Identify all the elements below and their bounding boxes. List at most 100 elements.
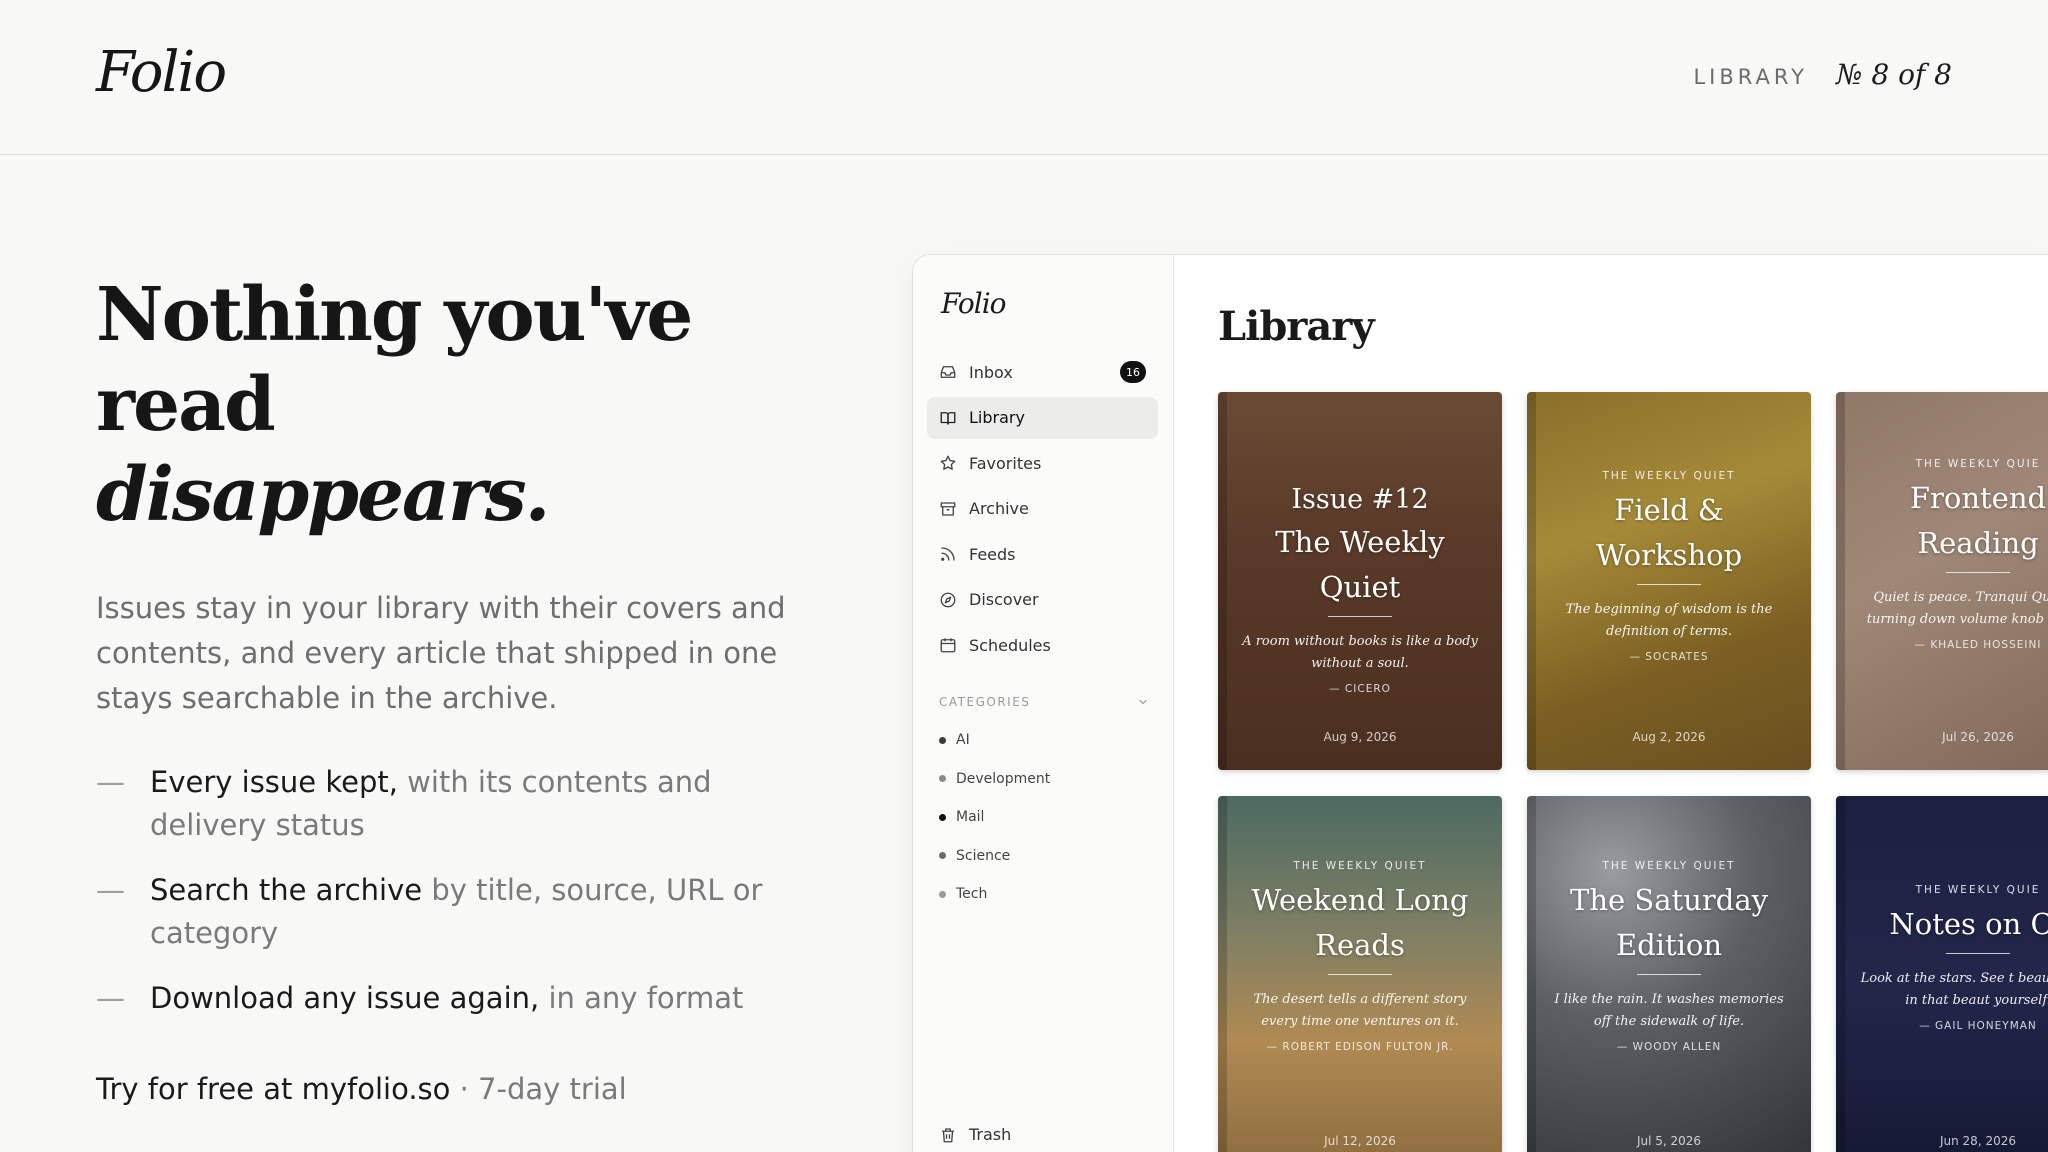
cta-link[interactable]: Try for free at myfolio.so — [96, 1072, 450, 1106]
hero-section: Nothing you've read disappears. Issues s… — [96, 270, 816, 1106]
header-meta: LIBRARY № 8 of 8 — [1693, 58, 1952, 91]
issue-date: Jul 26, 2026 — [1942, 730, 2014, 744]
card-cover: THE WEEKLY QUIET Field & Workshop The be… — [1543, 392, 1795, 770]
sidebar: Folio Inbox 16 Library Favorites Archive — [913, 255, 1174, 1152]
issue-quote: A room without books is like a body with… — [1242, 634, 1478, 671]
category-item-tech[interactable]: Tech — [939, 875, 1050, 914]
card-cover: THE WEEKLY QUIET The Saturday Edition I … — [1543, 796, 1795, 1152]
issue-counter: № 8 of 8 — [1835, 58, 1952, 91]
sidebar-item-feeds[interactable]: Feeds — [927, 533, 1158, 575]
library-main: Library Issue #12 The Weekly Quiet A roo… — [1174, 255, 2048, 1152]
sidebar-item-label: Library — [969, 408, 1025, 427]
issue-eyebrow: THE WEEKLY QUIET — [1293, 860, 1427, 872]
dash-icon: — — [96, 765, 125, 799]
sidebar-nav: Inbox 16 Library Favorites Archive Feeds — [927, 351, 1158, 670]
issue-title-line-1: Field & — [1614, 493, 1724, 527]
feature-item: — Download any issue again, in any forma… — [96, 977, 816, 1020]
sidebar-item-favorites[interactable]: Favorites — [927, 442, 1158, 484]
card-spine — [1527, 796, 1536, 1152]
brand-logo[interactable]: Folio — [96, 40, 227, 105]
inbox-count-badge: 16 — [1120, 361, 1146, 383]
issue-card[interactable]: THE WEEKLY QUIE Notes on Cr Look at the … — [1836, 796, 2048, 1152]
chevron-down-icon — [1139, 699, 1147, 705]
issue-quote: Look at the stars. See t beauty. And in … — [1860, 971, 2048, 1008]
trash-icon — [942, 1127, 954, 1142]
compass-icon — [940, 592, 956, 607]
sidebar-item-trash[interactable]: Trash — [939, 1125, 1011, 1144]
issue-title-line-1: Weekend Long — [1251, 883, 1469, 917]
title-divider — [1328, 974, 1392, 975]
sidebar-item-label: Discover — [969, 590, 1039, 609]
issue-eyebrow: THE WEEKLY QUIE — [1915, 458, 2041, 470]
quote-author: — CICERO — [1329, 683, 1391, 695]
issue-card[interactable]: THE WEEKLY QUIE Frontend Reading Quiet i… — [1836, 392, 2048, 770]
category-dot-icon — [939, 775, 946, 783]
sidebar-item-label: Feeds — [969, 544, 1016, 564]
issue-quote: I like the rain. It washes memories off … — [1554, 992, 1784, 1029]
issue-card[interactable]: THE WEEKLY QUIET Field & Workshop The be… — [1527, 392, 1811, 770]
issue-quote: The beginning of wisdom is the definitio… — [1565, 602, 1773, 639]
category-label: Mail — [956, 809, 985, 826]
category-label: AI — [956, 732, 970, 749]
sidebar-item-label: Favorites — [969, 453, 1042, 473]
issue-quote: Quiet is peace. Tranqui Quiet is turning… — [1866, 590, 2048, 627]
issue-card[interactable]: THE WEEKLY QUIET Weekend Long Reads The … — [1218, 796, 1502, 1152]
title-divider — [1946, 572, 2010, 573]
sidebar-item-label: Inbox — [969, 362, 1013, 382]
sidebar-logo[interactable]: Folio — [941, 287, 1007, 320]
category-item-development[interactable]: Development — [939, 760, 1050, 799]
quote-author: — ROBERT EDISON FULTON JR. — [1266, 1041, 1454, 1053]
title-divider — [1946, 953, 2010, 954]
top-header: Folio LIBRARY № 8 of 8 — [0, 0, 2048, 155]
card-cover: THE WEEKLY QUIE Frontend Reading Quiet i… — [1852, 392, 2048, 770]
page-title: Library — [1218, 303, 1375, 350]
feature-item: — Search the archive by title, source, U… — [96, 869, 816, 955]
rss-icon — [941, 547, 955, 561]
issue-title-line-2: Reading — [1917, 526, 2039, 560]
issue-title-line-2: Edition — [1615, 928, 1723, 962]
category-dot-icon — [939, 813, 946, 821]
sidebar-item-inbox[interactable]: Inbox 16 — [927, 351, 1158, 393]
quote-author: — WOODY ALLEN — [1616, 1041, 1722, 1053]
issue-title-line-2: Workshop — [1595, 538, 1743, 572]
category-dot-icon — [939, 890, 946, 898]
issue-date: Jun 28, 2026 — [1939, 1134, 2016, 1148]
issue-date: Aug 9, 2026 — [1323, 730, 1397, 744]
card-cover: Issue #12 The Weekly Quiet A room withou… — [1234, 392, 1486, 770]
star-icon — [940, 455, 956, 470]
feature-strong: Download any issue again, — [150, 981, 540, 1015]
issue-quote: The desert tells a different story every… — [1253, 992, 1467, 1029]
issue-title: The Weekly Quiet — [1275, 525, 1445, 604]
sidebar-item-library[interactable]: Library — [927, 396, 1158, 439]
dash-icon: — — [96, 873, 125, 907]
card-cover: THE WEEKLY QUIE Notes on Cr Look at the … — [1852, 796, 2048, 1152]
title-divider — [1328, 616, 1392, 617]
feature-strong: Search the archive — [150, 873, 423, 907]
feature-strong: Every issue kept, — [150, 765, 398, 799]
categories-list: AI Development Mail Science Tech — [939, 721, 1050, 914]
issue-date: Jul 5, 2026 — [1636, 1134, 1702, 1148]
cta-trial-note: · 7-day trial — [450, 1072, 627, 1106]
feature-rest: in any format — [539, 981, 744, 1015]
categories-header[interactable]: CATEGORIES — [939, 695, 1149, 709]
category-item-ai[interactable]: AI — [939, 721, 1050, 760]
section-label: LIBRARY — [1693, 65, 1808, 89]
quote-author: — KHALED HOSSEINI — [1914, 639, 2042, 651]
sidebar-item-discover[interactable]: Discover — [927, 579, 1158, 621]
sidebar-item-archive[interactable]: Archive — [927, 488, 1158, 530]
category-item-mail[interactable]: Mail — [939, 798, 1050, 837]
card-spine — [1527, 392, 1536, 770]
category-dot-icon — [939, 736, 946, 744]
issue-card[interactable]: Issue #12 The Weekly Quiet A room withou… — [1218, 392, 1502, 770]
issue-eyebrow: THE WEEKLY QUIET — [1602, 860, 1736, 872]
sidebar-item-label: Trash — [969, 1125, 1012, 1144]
card-spine — [1218, 392, 1227, 770]
issue-card[interactable]: THE WEEKLY QUIET The Saturday Edition I … — [1527, 796, 1811, 1152]
issue-eyebrow: THE WEEKLY QUIET — [1602, 470, 1736, 482]
card-spine — [1836, 392, 1845, 770]
title-divider — [1637, 974, 1701, 975]
sidebar-item-label: Archive — [969, 499, 1029, 518]
card-spine — [1836, 796, 1845, 1152]
sidebar-item-schedules[interactable]: Schedules — [927, 624, 1158, 666]
category-item-science[interactable]: Science — [939, 837, 1050, 876]
